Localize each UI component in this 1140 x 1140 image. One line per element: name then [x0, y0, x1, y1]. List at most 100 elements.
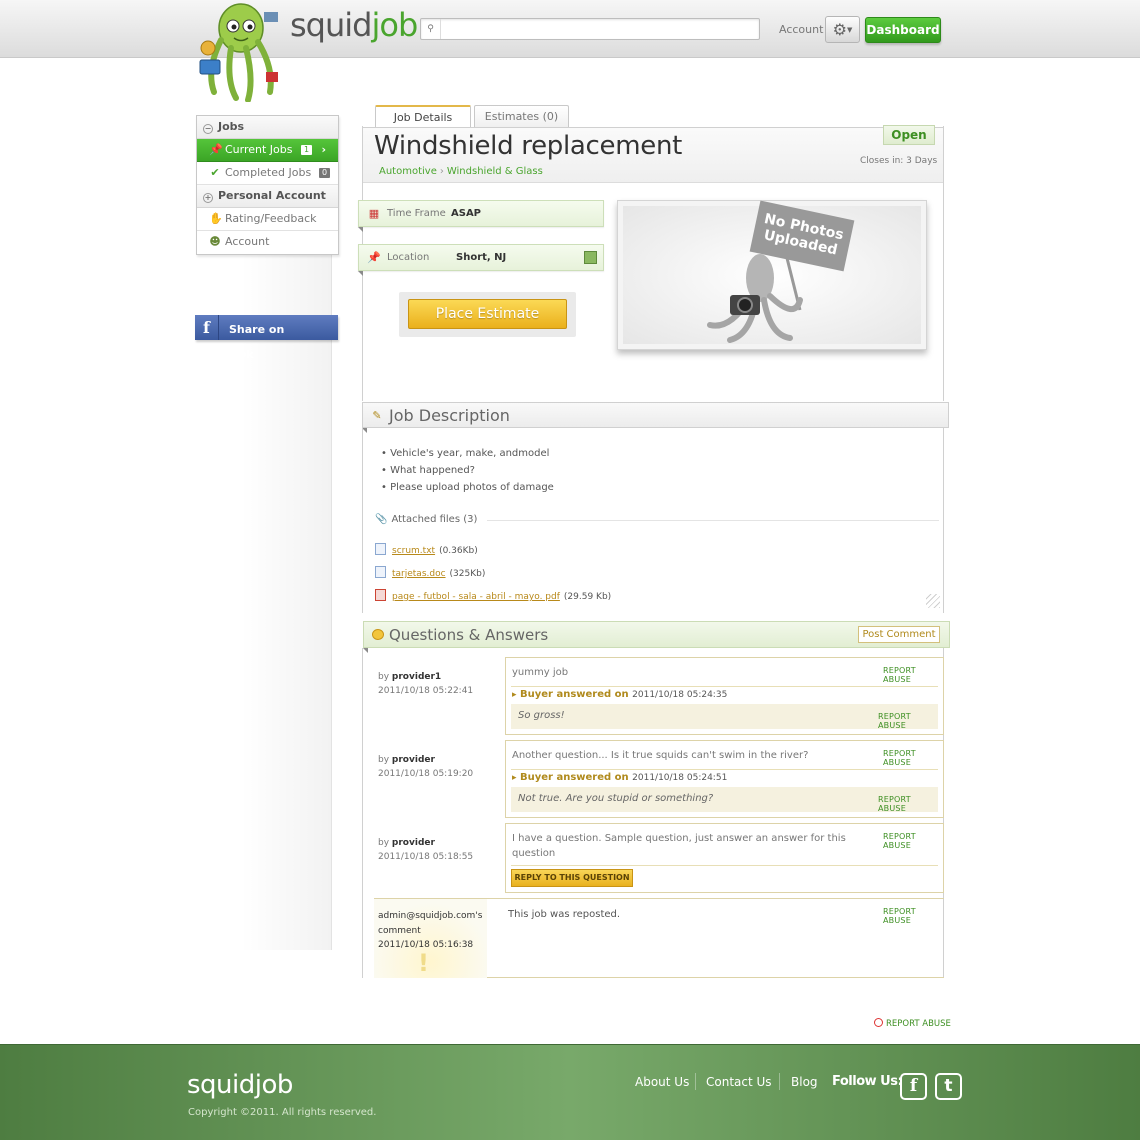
tab-estimates[interactable]: Estimates (0)	[474, 105, 569, 127]
admin-comment-text: This job was reposted.	[508, 909, 621, 920]
list-item: • What happened?	[381, 465, 475, 476]
closes-in-text: Closes in: 3 Days	[860, 156, 938, 166]
breadcrumb: Automotive › Windshield & Glass	[379, 166, 543, 177]
answer-box: So gross! REPORT ABUSE	[511, 704, 938, 730]
blog-link[interactable]: Blog	[791, 1075, 818, 1089]
user-icon: ☻	[209, 235, 221, 248]
search-input[interactable]	[443, 20, 757, 38]
question-meta: by provider1 2011/10/18 05:22:41	[378, 672, 474, 696]
dashboard-button[interactable]: Dashboard	[865, 17, 941, 43]
chevron-right-icon: ›	[321, 143, 326, 156]
pushpin-icon: 📌	[367, 251, 381, 264]
calendar-icon: ▦	[368, 207, 380, 220]
report-abuse-link[interactable]: REPORT ABUSE	[878, 795, 938, 813]
question-author[interactable]: provider	[392, 838, 435, 848]
report-abuse-link[interactable]: REPORT ABUSE	[878, 712, 938, 730]
question-box: yummy job REPORT ABUSE ▸ Buyer answered …	[505, 657, 944, 735]
sidebar-item-label: Completed Jobs	[225, 166, 312, 179]
sidebar-item-rating-feedback[interactable]: ✋ Rating/Feedback	[197, 208, 338, 231]
divider	[511, 769, 938, 770]
file-link[interactable]: page - futbol - sala - abril - mayo. pdf	[392, 592, 560, 602]
question-date: 2011/10/18 05:19:20	[378, 769, 474, 779]
word-file-icon	[375, 566, 386, 578]
pushpin-icon: 📌	[209, 143, 223, 156]
location-label: Location	[387, 252, 430, 263]
search-icon[interactable]: ⚲	[421, 19, 441, 39]
ribbon-fold	[358, 271, 363, 276]
account-label[interactable]: Account	[779, 23, 823, 36]
count-badge: 0	[319, 168, 331, 178]
sidebar-section-personal-account[interactable]: + Personal Account	[197, 185, 338, 208]
follow-us-label: Follow Us:	[832, 1074, 903, 1089]
report-abuse-link[interactable]: REPORT ABUSE	[883, 832, 943, 850]
question-meta: by provider 2011/10/18 05:18:55	[378, 838, 474, 862]
question-box: Another question... Is it true squids ca…	[505, 740, 944, 818]
brand-wordmark[interactable]: squidjob	[290, 6, 418, 44]
speech-bubble-icon	[372, 629, 384, 640]
answer-date: 2011/10/18 05:24:51	[632, 773, 728, 783]
gear-icon: ⚙	[832, 20, 847, 39]
location-value: Short, NJ	[456, 252, 507, 263]
ribbon-fold	[358, 227, 363, 232]
reply-to-question-button[interactable]: REPLY TO THIS QUESTION	[511, 869, 633, 887]
answer-date: 2011/10/18 05:24:35	[632, 690, 728, 700]
job-title: Windshield replacement	[374, 131, 683, 161]
paperclip-icon: 📎	[375, 514, 388, 525]
tab-job-details[interactable]: Job Details	[375, 105, 471, 128]
footer-logo[interactable]: squidjob	[187, 1070, 293, 1100]
time-frame-label: Time Frame	[387, 208, 446, 219]
list-item: • Please upload photos of damage	[381, 482, 554, 493]
time-frame-value: ASAP	[451, 208, 482, 219]
map-icon[interactable]	[584, 251, 597, 264]
twitter-icon[interactable]: t	[935, 1073, 962, 1100]
divider	[487, 520, 939, 521]
text-file-icon	[375, 543, 386, 555]
sidebar-item-account[interactable]: ☻ Account	[197, 231, 338, 254]
answer-header: ▸ Buyer answered on 2011/10/18 05:24:51	[512, 772, 728, 783]
breadcrumb-category[interactable]: Automotive	[379, 166, 437, 177]
answer-text: So gross!	[518, 710, 565, 721]
question-box: I have a question. Sample question, just…	[505, 823, 944, 893]
contact-us-link[interactable]: Contact Us	[706, 1075, 772, 1089]
share-on-facebook-button[interactable]: f Share on Facebook	[195, 315, 338, 361]
facebook-icon[interactable]: f	[900, 1073, 927, 1100]
report-job-abuse-link[interactable]: REPORT ABUSE	[874, 1018, 951, 1029]
place-estimate-button[interactable]: Place Estimate	[408, 299, 567, 329]
sidebar-item-current-jobs[interactable]: 📌 Current Jobs 1 ›	[197, 139, 338, 162]
question-date: 2011/10/18 05:18:55	[378, 852, 474, 862]
report-abuse-link[interactable]: REPORT ABUSE	[883, 749, 943, 767]
file-link[interactable]: tarjetas.doc	[392, 569, 446, 579]
job-description-header: ✎ Job Description	[362, 402, 949, 428]
attached-file: scrum.txt (0.36Kb)	[375, 543, 478, 556]
account-settings-button[interactable]: ⚙▼	[825, 16, 860, 43]
triangle-icon: ▸	[512, 773, 517, 783]
question-text: yummy job	[512, 667, 569, 678]
question-text: I have a question. Sample question, just…	[512, 833, 846, 859]
resize-handle[interactable]	[926, 594, 940, 608]
divider	[779, 1073, 780, 1090]
question-author[interactable]: provider	[392, 755, 435, 765]
report-abuse-link[interactable]: REPORT ABUSE	[883, 907, 944, 925]
breadcrumb-subcategory[interactable]: Windshield & Glass	[447, 166, 543, 177]
about-us-link[interactable]: About Us	[635, 1075, 689, 1089]
question-author[interactable]: provider1	[392, 672, 441, 682]
file-link[interactable]: scrum.txt	[392, 546, 435, 556]
sidebar-section-jobs[interactable]: − Jobs	[197, 116, 338, 139]
attached-file: page - futbol - sala - abril - mayo. pdf…	[375, 589, 611, 602]
file-size: (325Kb)	[449, 569, 486, 579]
count-badge: 1	[301, 145, 313, 155]
time-frame-row: ▦ Time Frame ASAP	[358, 200, 604, 227]
report-abuse-link[interactable]: REPORT ABUSE	[883, 666, 943, 684]
admin-name: admin@squidjob.com's	[378, 911, 483, 921]
sidebar-item-label: Rating/Feedback	[225, 212, 317, 225]
post-comment-button[interactable]: Post Comment	[858, 626, 940, 643]
sidebar-item-completed-jobs[interactable]: ✔ Completed Jobs 0	[197, 162, 338, 185]
pdf-file-icon	[375, 589, 386, 601]
prohibited-icon	[874, 1018, 883, 1027]
chevron-down-icon: ▼	[846, 26, 853, 34]
search-box: ⚲	[420, 18, 760, 40]
answer-text: Not true. Are you stupid or something?	[518, 793, 714, 804]
document-icon: ✎	[372, 409, 382, 422]
squid-mascot-logo[interactable]	[196, 0, 286, 102]
divider	[695, 1073, 696, 1090]
